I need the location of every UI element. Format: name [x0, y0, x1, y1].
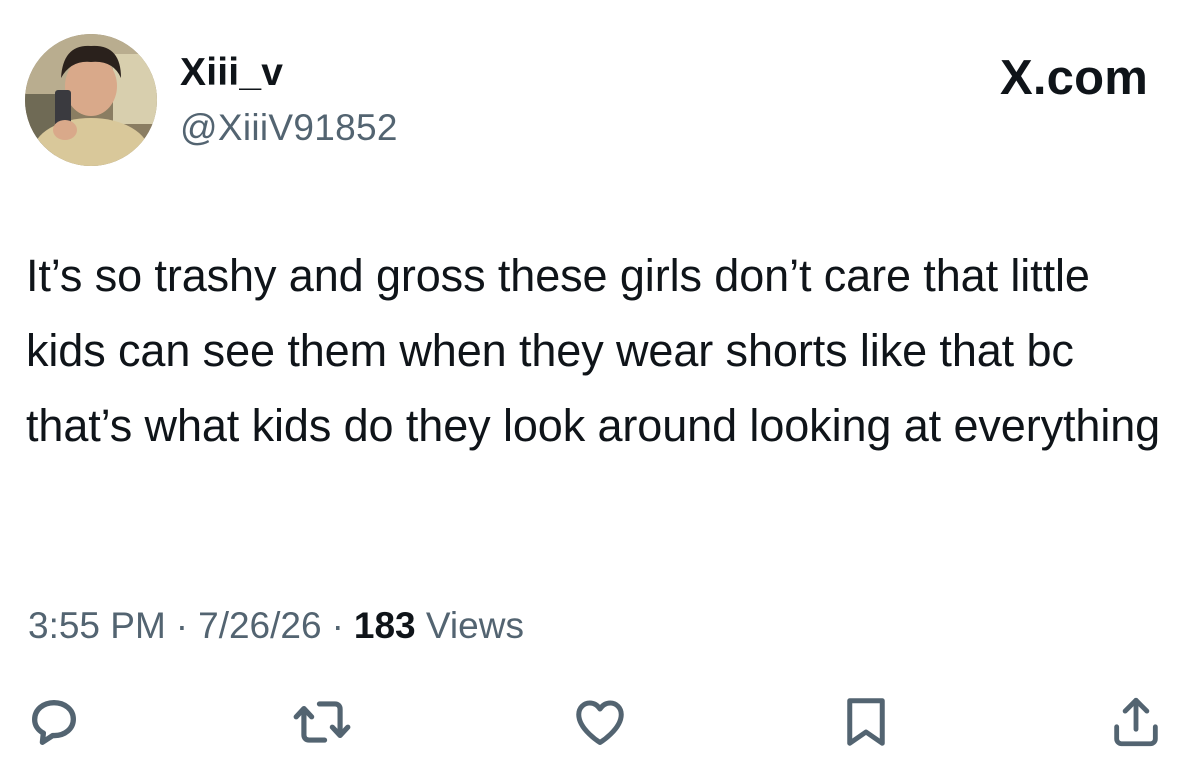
reply-button[interactable] — [22, 690, 86, 754]
action-bar — [0, 690, 1200, 760]
like-button[interactable] — [568, 690, 632, 754]
heart-icon — [576, 700, 624, 745]
retweet-icon — [293, 701, 351, 743]
share-icon — [1114, 697, 1158, 747]
display-name[interactable]: Xiii_v — [180, 50, 283, 96]
views-label: Views — [425, 605, 524, 646]
tweet-date[interactable]: 7/26/26 — [198, 605, 321, 646]
retweet-button[interactable] — [290, 690, 354, 754]
bookmark-icon — [847, 698, 885, 746]
meta-separator: · — [331, 605, 344, 646]
avatar[interactable] — [25, 34, 157, 166]
views-count: 183 — [353, 605, 416, 646]
tweet-meta: 3:55 PM · 7/26/26 · 183 Views — [28, 603, 524, 649]
brand-logo: X.com — [999, 51, 1148, 105]
meta-separator: · — [175, 605, 189, 646]
bookmark-button[interactable] — [834, 690, 898, 754]
reply-icon — [32, 700, 76, 745]
tweet-time[interactable]: 3:55 PM — [28, 605, 166, 646]
tweet-text: It’s so trashy and gross these girls don… — [26, 250, 1161, 451]
share-button[interactable] — [1104, 690, 1168, 754]
user-handle[interactable]: @XiiiV91852 — [180, 106, 398, 150]
avatar-photo — [25, 34, 157, 166]
